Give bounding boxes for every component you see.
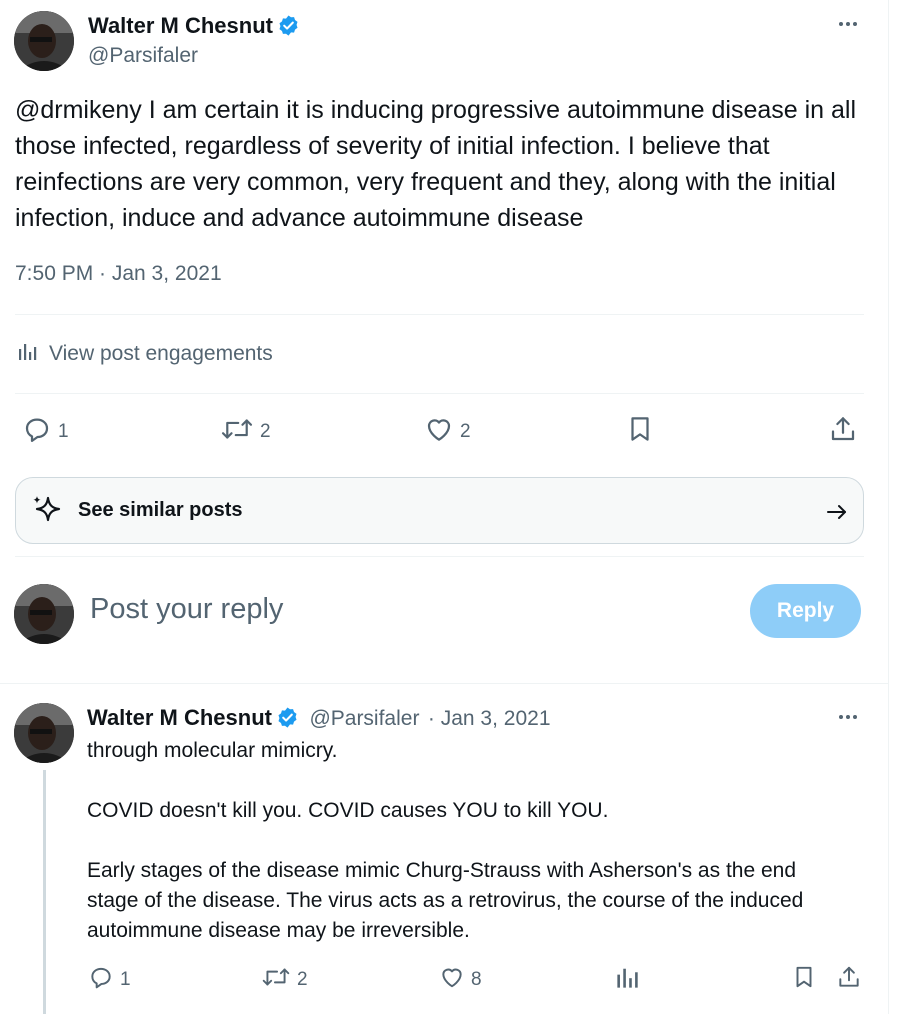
views-icon (615, 964, 641, 996)
share-button[interactable] (828, 414, 858, 450)
repost-count: 2 (260, 421, 271, 442)
sparkle-icon (30, 493, 66, 529)
share-button[interactable] (836, 964, 862, 996)
author-avatar[interactable] (14, 11, 74, 71)
bookmark-icon (791, 964, 817, 996)
verified-badge-icon[interactable] (276, 706, 299, 734)
more-icon[interactable] (839, 715, 857, 719)
post-timestamp[interactable]: 7:50 PM · Jan 3, 2021 (15, 262, 222, 286)
reply-text-line: through molecular mimicry. (87, 739, 338, 762)
repost-button[interactable]: 2 (220, 414, 271, 450)
share-icon (836, 964, 862, 996)
arrow-right-icon (825, 500, 849, 529)
repost-icon (261, 964, 291, 996)
thread-line (43, 770, 46, 1014)
author-name[interactable]: Walter M Chesnut (88, 13, 273, 38)
divider (15, 556, 864, 557)
reply-button[interactable]: 1 (22, 414, 69, 450)
see-similar-posts-button[interactable]: See similar posts (15, 477, 864, 544)
like-icon (424, 414, 454, 450)
like-count: 8 (471, 969, 482, 990)
post-text: @drmikeny I am certain it is inducing pr… (15, 96, 857, 232)
share-icon (828, 414, 858, 450)
reply-author-avatar[interactable] (14, 703, 74, 763)
like-button[interactable]: 8 (439, 964, 482, 996)
verified-badge-icon[interactable] (277, 14, 300, 42)
repost-count: 2 (297, 969, 308, 990)
bookmark-button[interactable] (791, 964, 817, 996)
reply-count: 1 (120, 969, 131, 990)
repost-button[interactable]: 2 (261, 964, 308, 996)
reply-date[interactable]: · Jan 3, 2021 (428, 707, 551, 730)
composer-avatar[interactable] (14, 584, 74, 644)
reply-count: 1 (58, 421, 69, 442)
analytics-icon (17, 340, 39, 368)
author-handle[interactable]: @Parsifaler (88, 44, 198, 68)
reply-text-line: COVID doesn't kill you. COVID causes YOU… (87, 799, 609, 822)
see-similar-posts-label: See similar posts (78, 499, 243, 521)
like-count: 2 (460, 421, 471, 442)
reply-author-name[interactable]: Walter M Chesnut (87, 705, 272, 730)
view-engagements-label: View post engagements (49, 342, 273, 365)
reply-input[interactable]: Post your reply (90, 593, 283, 626)
reply-button[interactable]: 1 (88, 964, 131, 996)
reply-author-handle[interactable]: @Parsifaler (309, 707, 419, 730)
reply-icon (22, 414, 52, 450)
repost-icon (220, 414, 254, 450)
divider (0, 683, 888, 684)
like-icon (439, 964, 465, 996)
divider (15, 393, 864, 394)
reply-header: Walter M Chesnut @Parsifaler · Jan 3, 20… (87, 705, 551, 734)
like-button[interactable]: 2 (424, 414, 471, 450)
reply-text-paragraph: Early stages of the disease mimic Churg-… (87, 859, 804, 942)
column-border (888, 0, 889, 1014)
bookmark-icon (625, 414, 655, 450)
reply-submit-button[interactable]: Reply (750, 584, 861, 638)
reply-icon (88, 964, 114, 996)
bookmark-button[interactable] (625, 414, 655, 450)
view-engagements-link[interactable]: View post engagements (17, 340, 273, 368)
more-icon[interactable] (839, 22, 857, 26)
views-button[interactable] (615, 964, 641, 996)
author-header: Walter M Chesnut (88, 13, 300, 42)
divider (15, 314, 864, 315)
